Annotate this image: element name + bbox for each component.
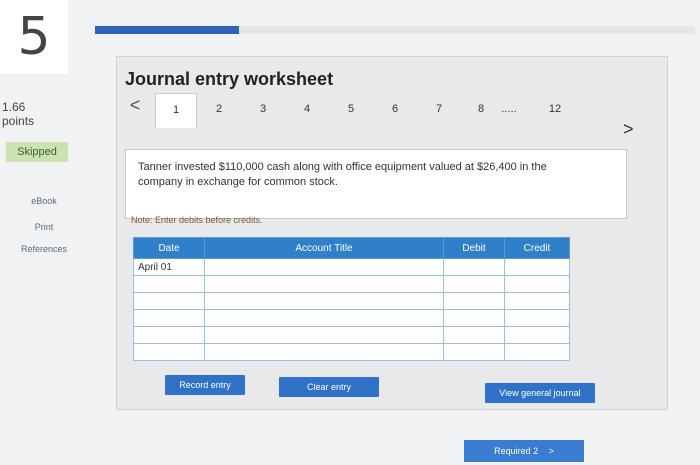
worksheet-title: Journal entry worksheet xyxy=(125,69,334,89)
print-link[interactable]: Print xyxy=(12,222,76,232)
table-row xyxy=(133,343,570,361)
progress-bar-fill xyxy=(95,26,239,34)
tab-3[interactable]: 3 xyxy=(243,93,283,125)
journal-table: Date Account Title Debit Credit April 01 xyxy=(133,237,570,361)
credit-input[interactable] xyxy=(504,275,570,293)
points-value: 1.66 xyxy=(2,100,26,114)
note-text: Note: Enter debits before credits. xyxy=(131,215,263,225)
view-general-journal-button[interactable]: View general journal xyxy=(485,383,595,403)
date-cell[interactable] xyxy=(133,275,205,293)
account-title-input[interactable] xyxy=(204,309,444,327)
credit-column-header: Credit xyxy=(504,237,570,259)
date-cell[interactable] xyxy=(133,326,205,344)
account-title-column-header: Account Title xyxy=(204,237,444,259)
date-cell[interactable]: April 01 xyxy=(133,258,205,276)
credit-input[interactable] xyxy=(504,326,570,344)
journal-worksheet-panel: Journal entry worksheet < 1 2 3 4 5 6 7 … xyxy=(116,56,668,410)
credit-input[interactable] xyxy=(504,258,570,276)
tab-ellipsis: ..... xyxy=(501,103,517,115)
table-row xyxy=(133,326,570,344)
tab-6[interactable]: 6 xyxy=(375,93,415,125)
account-title-input[interactable] xyxy=(204,292,444,310)
tab-12[interactable]: 12 xyxy=(535,93,575,125)
credit-input[interactable] xyxy=(504,309,570,327)
table-row: April 01 xyxy=(133,258,570,276)
account-title-input[interactable] xyxy=(204,343,444,361)
tab-strip: 1 2 3 4 5 6 7 8 ..... 12 xyxy=(155,93,595,128)
prompt-box: Tanner invested $110,000 cash along with… xyxy=(125,149,627,219)
credit-input[interactable] xyxy=(504,343,570,361)
account-title-input[interactable] xyxy=(204,258,444,276)
chevron-right-icon: > xyxy=(548,446,554,456)
table-row xyxy=(133,292,570,310)
account-title-input[interactable] xyxy=(204,275,444,293)
references-link[interactable]: References xyxy=(12,244,76,254)
status-badge: Skipped xyxy=(6,142,68,162)
debit-input[interactable] xyxy=(443,326,505,344)
debit-input[interactable] xyxy=(443,275,505,293)
required-button-label: Required 2 xyxy=(494,446,539,456)
points-display: 1.66 points xyxy=(2,100,34,128)
debit-column-header: Debit xyxy=(443,237,505,259)
debit-input[interactable] xyxy=(443,292,505,310)
record-entry-button[interactable]: Record entry xyxy=(165,375,245,395)
tab-prev-icon[interactable]: < xyxy=(123,95,147,115)
tab-4[interactable]: 4 xyxy=(287,93,327,125)
account-title-input[interactable] xyxy=(204,326,444,344)
credit-input[interactable] xyxy=(504,292,570,310)
progress-bar xyxy=(95,26,695,34)
question-number: 5 xyxy=(0,0,68,74)
points-label: points xyxy=(2,114,35,128)
ebook-link[interactable]: eBook xyxy=(12,196,76,206)
date-column-header: Date xyxy=(133,237,205,259)
table-row xyxy=(133,275,570,293)
clear-entry-button[interactable]: Clear entry xyxy=(279,377,379,397)
tab-1[interactable]: 1 xyxy=(155,93,197,128)
date-cell[interactable] xyxy=(133,309,205,327)
tab-2[interactable]: 2 xyxy=(199,93,239,125)
debit-input[interactable] xyxy=(443,343,505,361)
tab-next-icon[interactable]: > xyxy=(623,119,634,140)
required-2-button[interactable]: Required 2 > xyxy=(464,440,584,462)
table-row xyxy=(133,309,570,327)
debit-input[interactable] xyxy=(443,309,505,327)
tab-5[interactable]: 5 xyxy=(331,93,371,125)
prompt-text: Tanner invested $110,000 cash along with… xyxy=(138,161,547,188)
debit-input[interactable] xyxy=(443,258,505,276)
tab-7[interactable]: 7 xyxy=(419,93,459,125)
date-cell[interactable] xyxy=(133,343,205,361)
date-cell[interactable] xyxy=(133,292,205,310)
